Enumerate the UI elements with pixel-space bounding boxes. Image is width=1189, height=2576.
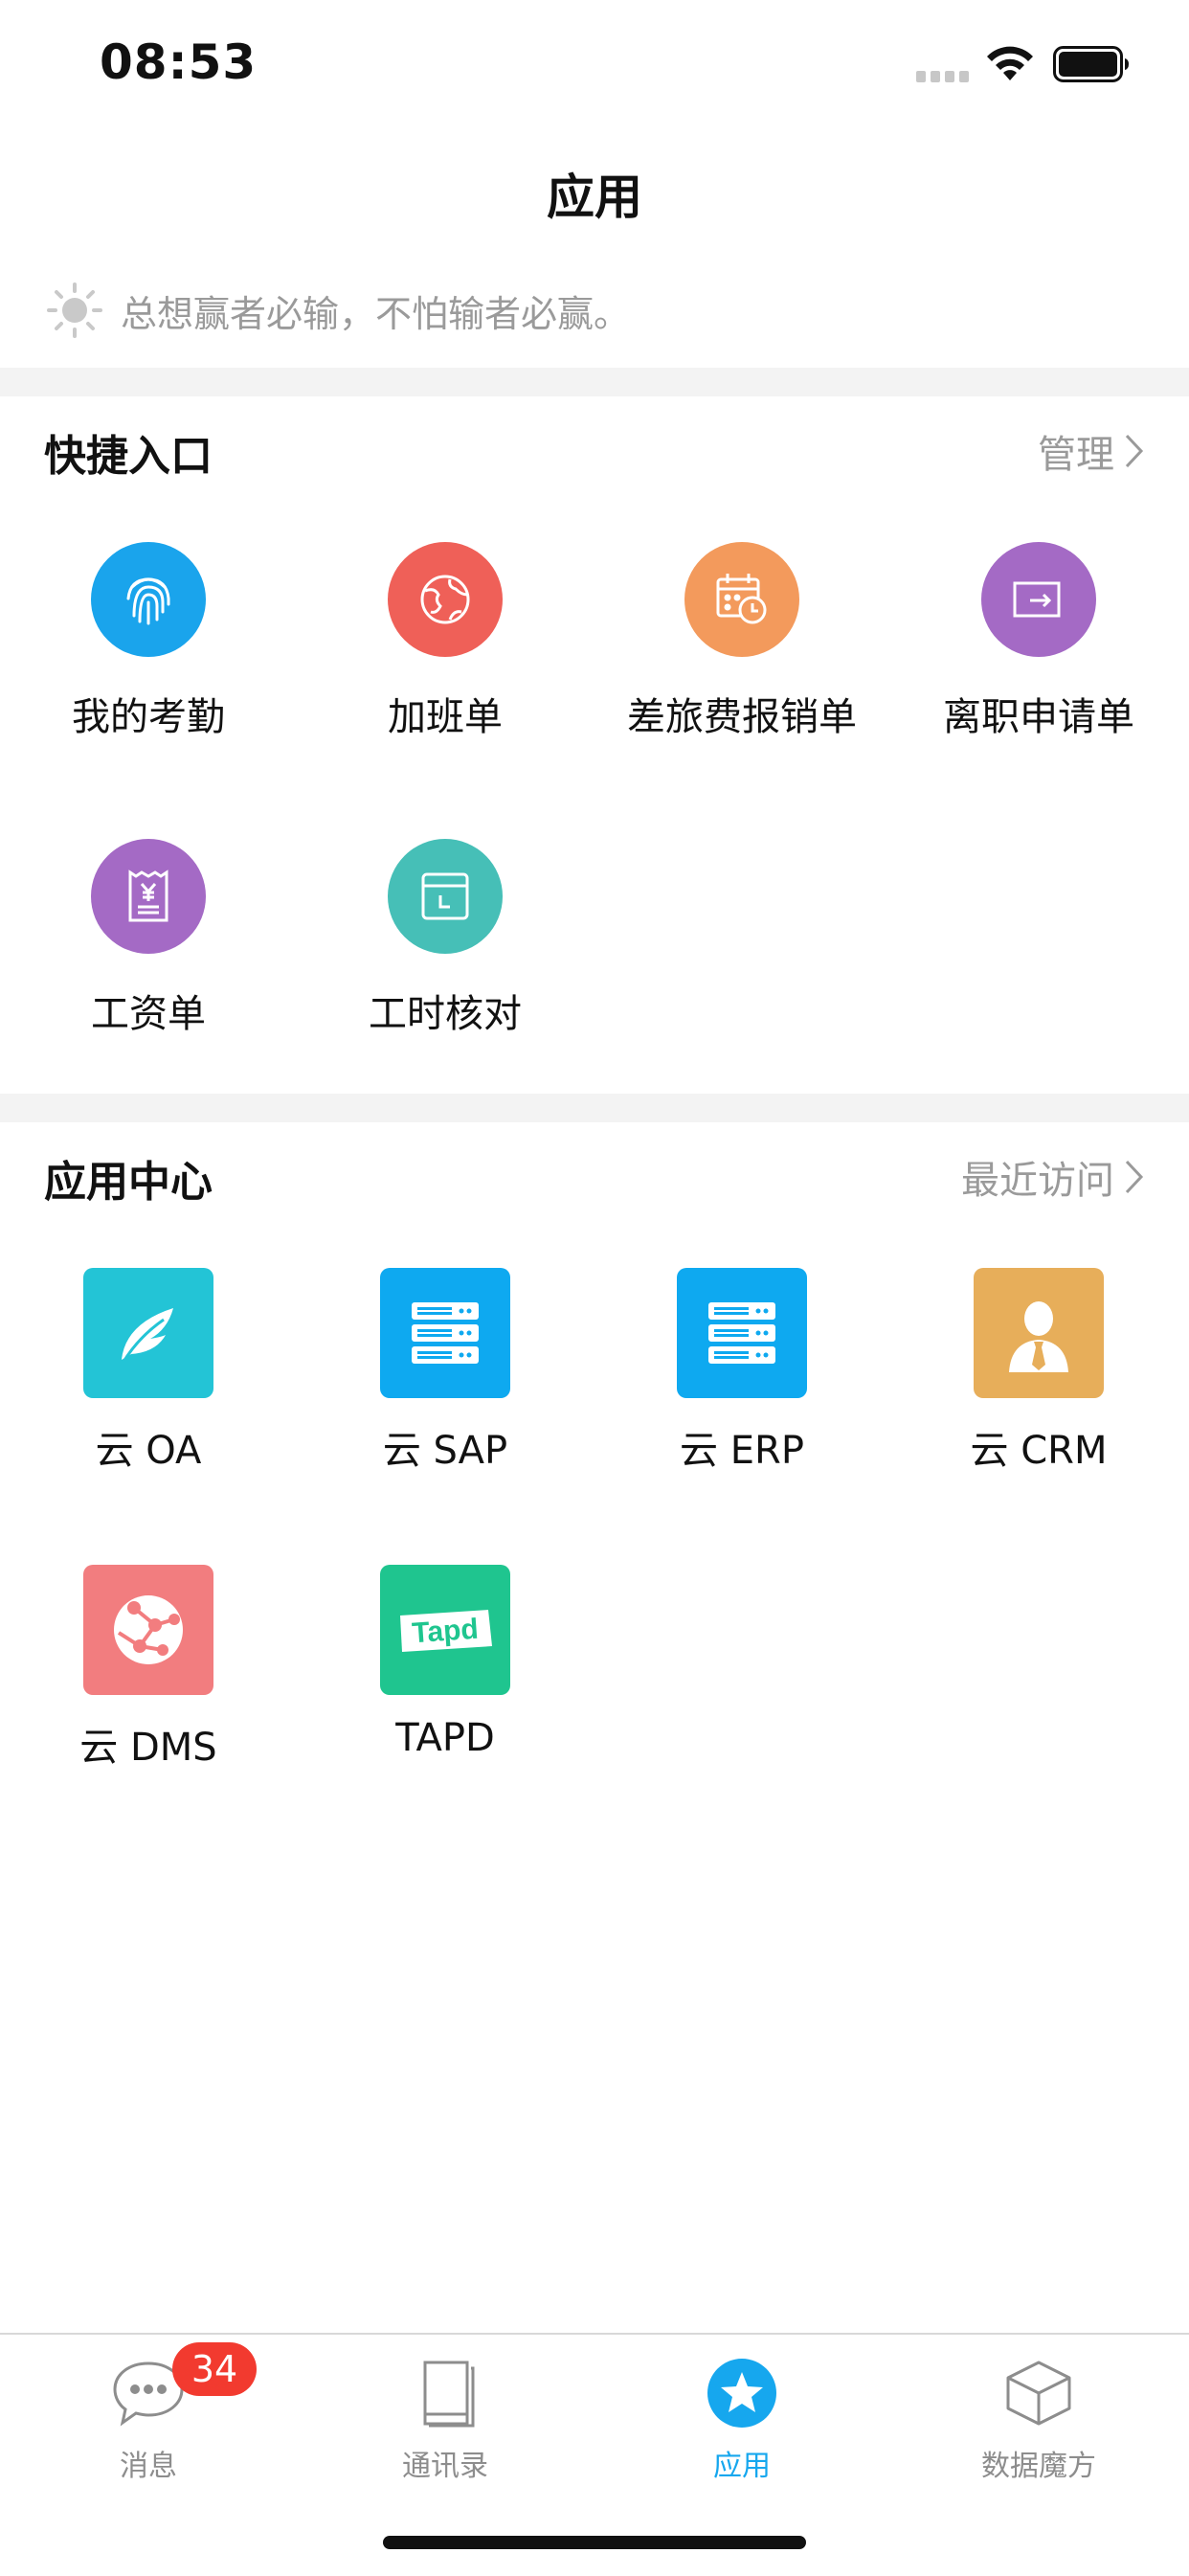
calendar-check-icon xyxy=(388,839,503,954)
app-item-label: 云 CRM xyxy=(970,1429,1108,1473)
home-indicator[interactable] xyxy=(383,2536,806,2549)
tab-contacts[interactable]: 通讯录 xyxy=(297,2354,594,2484)
tab-label: 应用 xyxy=(713,2450,771,2483)
quick-access-grid: 我的考勤 加班单 差旅费报销单 离职申请单 工资单 工时核对 xyxy=(0,542,1189,1036)
tapd-logo-icon: Tapd xyxy=(380,1565,510,1695)
cellular-signal-icon xyxy=(916,71,969,82)
app-center-title: 应用中心 xyxy=(44,1158,213,1207)
quick-access-title: 快捷入口 xyxy=(44,432,213,481)
app-item-label: 云 OA xyxy=(95,1429,202,1473)
quick-item-label: 加班单 xyxy=(388,695,503,739)
recent-visits-link[interactable]: 最近访问 xyxy=(961,1149,1145,1205)
quick-item-label: 工时核对 xyxy=(369,992,522,1036)
app-item-erp[interactable]: 云 ERP xyxy=(594,1268,890,1475)
quick-item-label: 我的考勤 xyxy=(72,695,225,739)
app-item-crm[interactable]: 云 CRM xyxy=(890,1268,1187,1475)
quick-item-label: 差旅费报销单 xyxy=(627,695,857,739)
receipt-yen-icon xyxy=(91,839,206,954)
book-icon xyxy=(406,2354,484,2432)
fingerprint-icon xyxy=(91,542,206,657)
globe-icon xyxy=(388,542,503,657)
tab-label: 消息 xyxy=(120,2450,177,2483)
app-item-oa[interactable]: 云 OA xyxy=(0,1268,297,1475)
tab-apps[interactable]: 应用 xyxy=(594,2354,890,2484)
motto-text: 总想赢者必输，不怕输者必赢。 xyxy=(121,292,631,335)
quick-item-resignation[interactable]: 离职申请单 xyxy=(890,542,1187,741)
status-time: 08:53 xyxy=(100,34,258,90)
sun-icon xyxy=(47,282,102,338)
person-icon xyxy=(974,1268,1104,1398)
recent-visits-label: 最近访问 xyxy=(961,1159,1114,1203)
server-icon xyxy=(380,1268,510,1398)
quick-item-label: 离职申请单 xyxy=(943,695,1134,739)
section-divider xyxy=(0,1094,1189,1122)
calendar-clock-icon xyxy=(684,542,799,657)
battery-icon xyxy=(1053,46,1129,82)
app-item-label: TAPD xyxy=(395,1716,495,1760)
manage-link[interactable]: 管理 xyxy=(1038,423,1145,479)
app-center-grid: 云 OA 云 SAP 云 ERP 云 CRM 云 DMS Tapd TAPD xyxy=(0,1268,1189,1770)
quick-item-work-hours[interactable]: 工时核对 xyxy=(297,839,594,1038)
quick-item-attendance[interactable]: 我的考勤 xyxy=(0,542,297,741)
app-item-dms[interactable]: 云 DMS xyxy=(0,1565,297,1772)
svg-text:Tapd: Tapd xyxy=(411,1614,480,1650)
quick-item-payslip[interactable]: 工资单 xyxy=(0,839,297,1038)
chevron-right-icon xyxy=(1125,1160,1144,1194)
tab-data-cube[interactable]: 数据魔方 xyxy=(890,2354,1187,2484)
chevron-right-icon xyxy=(1125,434,1144,468)
wifi-icon xyxy=(987,46,1033,80)
app-item-tapd[interactable]: Tapd TAPD xyxy=(297,1565,594,1760)
feather-icon xyxy=(83,1268,213,1398)
star-icon xyxy=(703,2354,781,2432)
tab-label: 数据魔方 xyxy=(981,2450,1096,2483)
server-icon xyxy=(677,1268,807,1398)
quick-item-label: 工资单 xyxy=(91,992,206,1036)
app-item-label: 云 SAP xyxy=(382,1429,508,1473)
app-item-sap[interactable]: 云 SAP xyxy=(297,1268,594,1475)
section-divider xyxy=(0,368,1189,396)
cube-icon xyxy=(999,2354,1078,2432)
unread-badge: 34 xyxy=(172,2342,257,2396)
network-ball-icon xyxy=(83,1565,213,1695)
quick-item-overtime[interactable]: 加班单 xyxy=(297,542,594,741)
exit-icon xyxy=(981,542,1096,657)
app-item-label: 云 DMS xyxy=(79,1726,217,1770)
motto-banner: 总想赢者必输，不怕输者必赢。 xyxy=(46,280,630,341)
manage-link-label: 管理 xyxy=(1038,433,1114,477)
app-item-label: 云 ERP xyxy=(680,1429,804,1473)
quick-item-travel-expense[interactable]: 差旅费报销单 xyxy=(594,542,890,741)
page-title: 应用 xyxy=(547,169,642,225)
tab-label: 通讯录 xyxy=(402,2450,488,2483)
